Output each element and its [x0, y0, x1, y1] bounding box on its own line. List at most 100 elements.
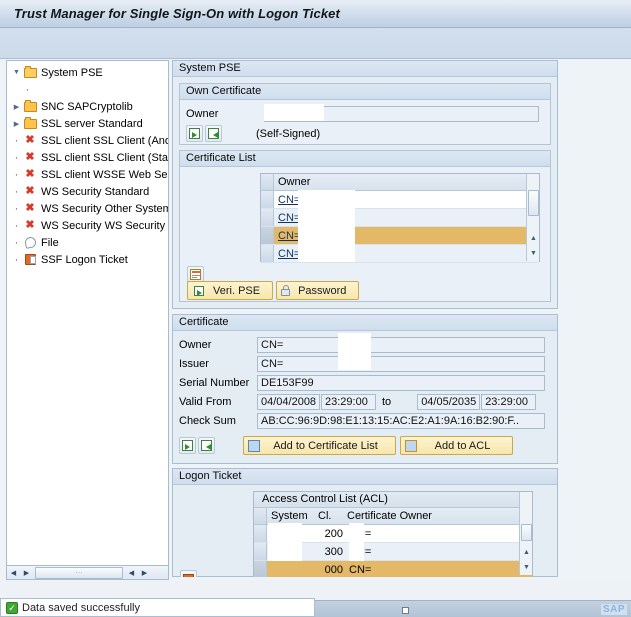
- system-pse-group-title: System PSE: [173, 61, 557, 77]
- certificate-group: Certificate Owner CN= Issuer CN= Serial …: [172, 314, 558, 464]
- import-certificate-icon[interactable]: [198, 437, 215, 454]
- tree-item-label: SSL client SSL Client (Anonym: [41, 134, 168, 147]
- valid-from-time-field[interactable]: 23:29:00: [321, 393, 376, 410]
- tree-item-ssl-server-standard[interactable]: ▶ SSL server Standard: [7, 115, 168, 132]
- scroll-left-button[interactable]: ◀: [7, 566, 20, 579]
- check-sum-label: Check Sum: [179, 414, 236, 427]
- valid-from-date-field[interactable]: 04/04/2008: [257, 393, 320, 410]
- owner-link[interactable]: CN=: [278, 248, 300, 260]
- valid-to-date-field[interactable]: 04/05/2035: [417, 393, 481, 410]
- scrollbar-thumb[interactable]: [521, 524, 532, 541]
- twisty-down-icon[interactable]: ▼: [11, 69, 22, 76]
- certificate-validity-row: Valid From 04/04/2008 23:29:00 to 04/05/…: [179, 393, 551, 410]
- export-certificate-icon[interactable]: [186, 125, 203, 142]
- add-to-acl-button[interactable]: Add to ACL: [400, 436, 513, 455]
- owner-label: Owner: [186, 107, 219, 120]
- resize-grip[interactable]: [402, 607, 409, 614]
- tree-item-ws-security-key[interactable]: · ✖ WS Security WS Security Key: [7, 217, 168, 234]
- tree-item-ssl-client-standard[interactable]: · ✖ SSL client SSL Client (Standa: [7, 149, 168, 166]
- import-certificate-icon[interactable]: [205, 125, 222, 142]
- scrollbar-thumb[interactable]: [528, 190, 539, 216]
- cell-client[interactable]: 300: [314, 546, 345, 558]
- export-certificate-icon[interactable]: [179, 437, 196, 454]
- row-selector[interactable]: [261, 245, 274, 262]
- certificate-issuer-field[interactable]: CN=: [257, 355, 545, 372]
- select-all-cell[interactable]: [254, 508, 267, 524]
- certificate-list-scrollbar[interactable]: ▲ ▼: [526, 174, 539, 261]
- add-to-acl-label: Add to ACL: [434, 439, 491, 452]
- tree-item-ssf-logon-ticket[interactable]: · SSF Logon Ticket: [7, 251, 168, 268]
- certificate-owner-field[interactable]: CN=: [257, 336, 545, 353]
- sap-logo: SAP: [600, 604, 627, 615]
- tree-item-ssl-client-anonymous[interactable]: · ✖ SSL client SSL Client (Anonym: [7, 132, 168, 149]
- redaction-overlay: [39, 81, 168, 96]
- pse-tree-panel[interactable]: ▼ System PSE · ▶ SNC SAPCryptolib ▶ SSL …: [6, 60, 169, 577]
- certificate-list-table[interactable]: Owner CN= CN= CN= CN= ▲ ▼: [260, 173, 540, 263]
- password-button[interactable]: Password: [276, 281, 360, 300]
- row-selector[interactable]: [254, 525, 267, 542]
- scroll-up-button[interactable]: ▲: [520, 546, 533, 559]
- tree-item-system-pse[interactable]: ▼ System PSE: [7, 64, 168, 81]
- cell-certificate-owner[interactable]: CN=: [345, 528, 532, 540]
- certificate-serial-row: Serial Number DE153F99: [179, 374, 551, 391]
- certificate-list-title: Certificate List: [180, 151, 550, 167]
- owner-link[interactable]: CN=: [278, 212, 300, 224]
- verify-icon: [192, 284, 205, 297]
- row-selector[interactable]: [254, 561, 267, 577]
- row-selector[interactable]: [261, 191, 274, 208]
- tree-dot-icon: ·: [14, 202, 19, 215]
- acl-scrollbar[interactable]: ▲ ▼: [519, 492, 532, 575]
- tree-item-ssl-client-wsse[interactable]: · ✖ SSL client WSSE Web Servic: [7, 166, 168, 183]
- add-to-certificate-list-button[interactable]: Add to Certificate List: [243, 436, 396, 455]
- column-header-system: System: [271, 510, 308, 522]
- status-message-text: Data saved successfully: [22, 601, 140, 614]
- row-selector[interactable]: [261, 209, 274, 226]
- scroll-up-button[interactable]: ▲: [527, 232, 540, 245]
- tree-dot-icon: ·: [14, 151, 19, 164]
- delete-entry-icon[interactable]: [180, 570, 197, 577]
- row-selector[interactable]: [261, 227, 274, 244]
- scroll-left-page-button[interactable]: ▶: [20, 566, 33, 579]
- tree-item-label: SNC SAPCryptolib: [41, 100, 133, 113]
- detail-content: System PSE Own Certificate Owner (Self-S: [172, 60, 625, 577]
- issuer-label: Issuer: [179, 357, 209, 370]
- valid-to-time-field[interactable]: 23:29:00: [481, 393, 537, 410]
- select-all-cell[interactable]: [261, 174, 274, 190]
- tree-item-label: SSF Logon Ticket: [41, 253, 128, 266]
- tree-item-ws-security-other-system[interactable]: · ✖ WS Security Other System E: [7, 200, 168, 217]
- system-pse-group: System PSE Own Certificate Owner (Self-S: [172, 60, 558, 309]
- scroll-right-page-button[interactable]: ◀: [125, 566, 138, 579]
- scroll-down-button[interactable]: ▼: [520, 561, 533, 574]
- cell-certificate-owner[interactable]: CN=: [345, 564, 532, 576]
- cell-certificate-owner[interactable]: CN=: [345, 546, 532, 558]
- tree-dot-icon: ·: [14, 185, 19, 198]
- valid-from-label: Valid From: [179, 395, 232, 408]
- certificate-checksum-row: Check Sum AB:CC:96:9D:98:E1:13:15:AC:E2:…: [179, 412, 551, 429]
- certificate-group-title: Certificate: [173, 315, 557, 331]
- scrollbar-thumb[interactable]: ⋯: [35, 566, 123, 579]
- tree-item-ws-security-standard[interactable]: · ✖ WS Security Standard: [7, 183, 168, 200]
- twisty-right-icon[interactable]: ▶: [11, 120, 22, 128]
- owner-link[interactable]: CN=: [278, 194, 300, 206]
- red-x-icon: ✖: [25, 168, 35, 180]
- scroll-right-button[interactable]: ▶: [138, 566, 151, 579]
- cell-client[interactable]: 200: [314, 528, 345, 540]
- tree-item-file[interactable]: · File: [7, 234, 168, 251]
- scroll-down-button[interactable]: ▼: [527, 247, 540, 260]
- check-sum-field[interactable]: AB:CC:96:9D:98:E1:13:15:AC:E2:A1:9A:16:B…: [257, 412, 545, 429]
- tree-item-snc-sapcryptolib[interactable]: ▶ SNC SAPCryptolib: [7, 98, 168, 115]
- tree-item-label: System PSE: [41, 66, 103, 79]
- table-row-selected[interactable]: 000 CN=: [254, 561, 532, 577]
- verify-pse-button[interactable]: Veri. PSE: [187, 281, 274, 300]
- row-selector[interactable]: [254, 543, 267, 560]
- tree-dot-icon: ·: [14, 168, 19, 181]
- cell-client[interactable]: 000: [314, 564, 345, 576]
- twisty-right-icon[interactable]: ▶: [11, 103, 22, 111]
- tree-horizontal-scrollbar[interactable]: ◀ ▶ ⋯ ◀ ▶: [6, 565, 169, 580]
- serial-number-field[interactable]: DE153F99: [257, 374, 545, 391]
- acl-table[interactable]: Access Control List (ACL) System Cl. Cer…: [253, 491, 533, 577]
- folder-open-icon: [22, 65, 38, 78]
- owner-link[interactable]: CN=: [278, 230, 300, 242]
- certificate-list-group: Certificate List Owner CN= CN= CN= CN= ▲…: [179, 150, 551, 302]
- work-area: ▼ System PSE · ▶ SNC SAPCryptolib ▶ SSL …: [0, 60, 631, 580]
